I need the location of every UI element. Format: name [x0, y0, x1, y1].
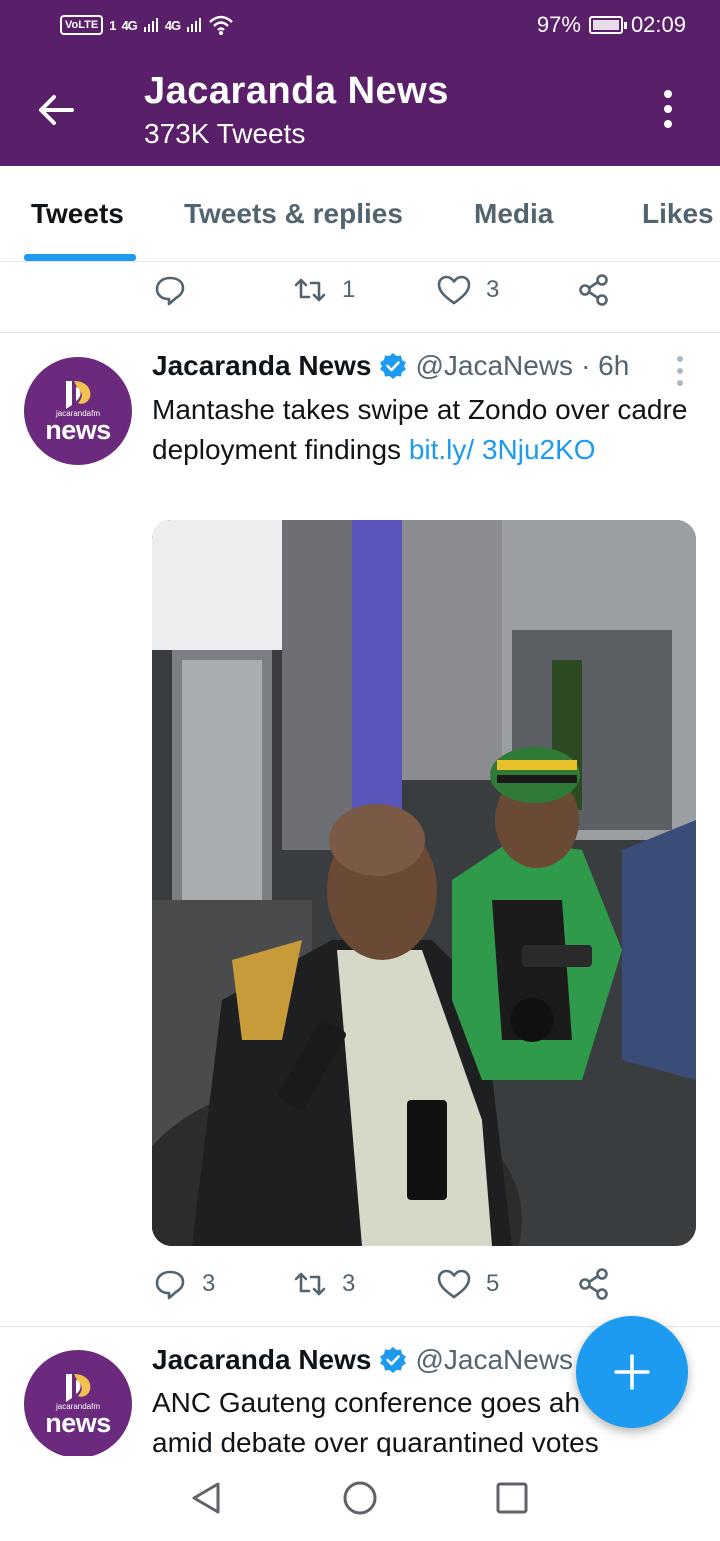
share-icon — [579, 274, 608, 306]
share-button[interactable] — [576, 1266, 612, 1302]
profile-tabs: Tweets Tweets & replies Media Likes — [0, 166, 720, 262]
signal-1-label: 4G — [121, 17, 137, 33]
author-name[interactable]: Jacaranda News — [152, 1344, 371, 1376]
news-photo — [152, 520, 696, 1246]
tab-tweets-and-replies[interactable]: Tweets & replies — [184, 198, 403, 230]
like-count: 5 — [486, 1270, 500, 1297]
signal-bars-icon — [187, 18, 202, 32]
avatar-brand-big: news — [45, 415, 111, 445]
status-bar: VoLTE 1 4G 4G 97% 02:09 — [0, 0, 720, 54]
tab-tweets[interactable]: Tweets — [31, 198, 124, 230]
avatar[interactable]: jacarandafm news — [24, 357, 132, 465]
system-nav-bar — [0, 1456, 720, 1541]
retweet-button[interactable]: 1 — [292, 272, 355, 308]
nav-back-icon[interactable] — [186, 1478, 226, 1518]
page-title: Jacaranda News — [144, 70, 449, 112]
back-arrow-icon[interactable] — [34, 88, 78, 132]
reply-icon — [155, 276, 185, 306]
retweet-count: 1 — [342, 276, 356, 303]
tab-media[interactable]: Media — [474, 198, 553, 230]
like-button[interactable]: 3 — [436, 272, 499, 308]
tab-likes[interactable]: Likes — [642, 198, 714, 230]
app-header: VoLTE 1 4G 4G 97% 02:09 Jacaranda News 3… — [0, 0, 720, 166]
signal-2-label: 4G — [164, 17, 181, 33]
tweet-header: Jacaranda News @JacaNews — [152, 1344, 573, 1376]
active-tab-indicator — [24, 254, 136, 261]
like-button[interactable]: 5 — [436, 1266, 499, 1302]
retweet-icon — [294, 278, 326, 302]
share-icon — [579, 1268, 608, 1300]
share-button[interactable] — [576, 272, 612, 308]
jacaranda-logo-icon — [66, 381, 91, 409]
tweet-more-icon[interactable] — [672, 356, 688, 390]
tweet-media-image[interactable] — [152, 520, 696, 1246]
reply-button[interactable] — [152, 272, 202, 308]
prev-tweet-actions: 1 3 — [152, 272, 632, 316]
volte-indicator: VoLTE — [60, 15, 104, 35]
avatar-brand-big: news — [45, 1408, 111, 1438]
sim1-label: 1 — [109, 17, 116, 33]
nav-home-icon[interactable] — [340, 1478, 380, 1518]
heart-icon — [437, 1269, 471, 1299]
reply-count: 3 — [202, 1270, 216, 1297]
jacaranda-logo-icon — [66, 1374, 91, 1402]
tweet-header: Jacaranda News @JacaNews · 6h — [152, 350, 629, 382]
tweet-actions: 3 3 5 — [152, 1266, 632, 1310]
battery-icon — [588, 16, 627, 34]
tweet-time: · 6h — [581, 350, 630, 381]
verified-badge-icon — [380, 1347, 407, 1373]
overflow-menu-icon[interactable] — [656, 90, 680, 132]
author-handle[interactable]: @JacaNews — [415, 1344, 573, 1376]
compose-tweet-button[interactable] — [576, 1316, 688, 1428]
nav-recents-icon[interactable] — [492, 1478, 532, 1518]
signal-bars-icon — [143, 18, 158, 32]
clock: 02:09 — [630, 12, 686, 37]
tweet-text: Mantashe takes swipe at Zondo over cadre… — [152, 390, 692, 470]
avatar[interactable]: jacarandafm news — [24, 1350, 132, 1458]
tweet-text: ANC Gauteng conference goes ah amid deba… — [152, 1387, 599, 1458]
verified-badge-icon — [380, 353, 407, 379]
reply-button[interactable]: 3 — [152, 1266, 215, 1302]
battery-percent: 97% — [536, 12, 581, 37]
plus-icon — [614, 1354, 650, 1390]
author-handle[interactable]: @JacaNews — [415, 350, 573, 382]
retweet-button[interactable]: 3 — [292, 1266, 355, 1302]
divider — [0, 332, 720, 333]
wifi-icon — [209, 15, 233, 35]
tweet-link[interactable]: bit.ly/ 3Nju2KO — [409, 434, 596, 465]
heart-icon — [437, 275, 471, 305]
reply-icon — [155, 1270, 185, 1300]
author-name[interactable]: Jacaranda News — [152, 350, 371, 382]
tweet-count: 373K Tweets — [144, 118, 306, 149]
retweet-count: 3 — [342, 1270, 356, 1297]
like-count: 3 — [486, 276, 500, 303]
retweet-icon — [294, 1272, 326, 1296]
